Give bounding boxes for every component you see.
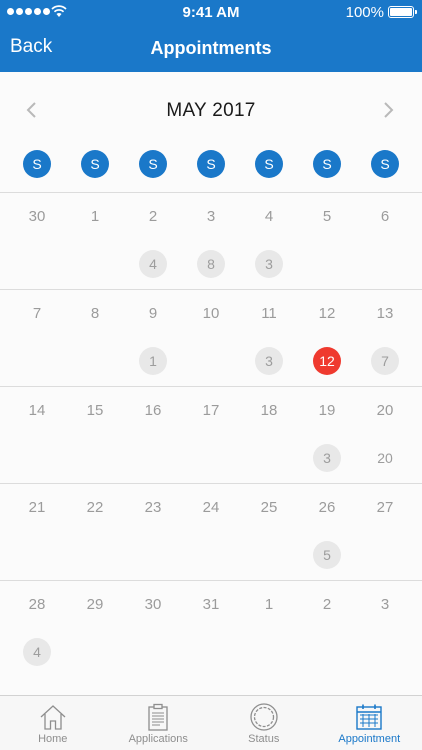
calendar-day[interactable]: 21 xyxy=(17,499,57,516)
month-label: MAY 2017 xyxy=(166,100,256,121)
weekday-label: S xyxy=(255,150,283,178)
appointment-count-badge[interactable]: 3 xyxy=(255,347,283,375)
weekday-header: SSSSSSS xyxy=(0,148,422,192)
appointment-count-badge[interactable]: 5 xyxy=(313,541,341,569)
tab-appointment-label: Appointment xyxy=(338,733,401,745)
calendar-icon xyxy=(356,704,382,730)
calendar-day[interactable]: 28 xyxy=(17,596,57,613)
calendar-day[interactable]: 29 xyxy=(75,596,115,613)
calendar-day[interactable]: 1 xyxy=(249,596,289,613)
calendar-day[interactable]: 2 xyxy=(133,208,173,225)
calendar-day[interactable]: 1 xyxy=(75,208,115,225)
tab-applications[interactable]: Applications xyxy=(106,696,212,750)
appointment-count-badge[interactable]: 7 xyxy=(371,347,399,375)
calendar-day[interactable]: 3 xyxy=(365,596,405,613)
calendar-day[interactable]: 18 xyxy=(249,402,289,419)
weekday-label: S xyxy=(23,150,51,178)
calendar-day[interactable]: 13 xyxy=(365,305,405,322)
calendar-day[interactable]: 16 xyxy=(133,402,173,419)
calendar-week: 28 4 29 30 31 1 2 3 xyxy=(0,580,422,677)
calendar-day[interactable]: 3 xyxy=(191,208,231,225)
appointment-count-badge[interactable]: 4 xyxy=(139,250,167,278)
calendar-day[interactable]: 23 xyxy=(133,499,173,516)
page-title: Appointments xyxy=(150,38,272,58)
calendar-week: 7 8 9 1 10 11 3 12 12 13 7 xyxy=(0,289,422,386)
status-ring-icon xyxy=(250,703,278,731)
home-icon xyxy=(40,705,66,730)
calendar-day[interactable]: 24 xyxy=(191,499,231,516)
month-selector: MAY 2017 xyxy=(0,72,422,148)
clipboard-icon xyxy=(148,703,168,731)
appointment-count-badge[interactable]: 3 xyxy=(255,250,283,278)
tab-appointment[interactable]: Appointment xyxy=(317,696,422,750)
calendar-day[interactable]: 30 xyxy=(133,596,173,613)
tab-home[interactable]: Home xyxy=(0,696,106,750)
calendar-day[interactable]: 12 xyxy=(307,305,347,322)
appointment-count-badge[interactable]: 8 xyxy=(197,250,225,278)
weekday-label: S xyxy=(81,150,109,178)
appointment-count-badge[interactable]: 20 xyxy=(371,444,399,472)
calendar-week: 21 22 23 24 25 26 5 27 xyxy=(0,483,422,580)
weekday-label: S xyxy=(371,150,399,178)
tab-status-label: Status xyxy=(248,733,280,745)
tab-bar: Home Applications Status Appointment xyxy=(0,695,422,750)
tab-home-label: Home xyxy=(38,733,68,745)
calendar-day[interactable]: 30 xyxy=(17,208,57,225)
status-bar: 9:41 AM 100% xyxy=(0,0,422,24)
weekday-label: S xyxy=(139,150,167,178)
calendar-day[interactable]: 8 xyxy=(75,305,115,322)
appointment-count-badge[interactable]: 4 xyxy=(23,638,51,666)
header-bar: 9:41 AM 100% Back Appointments xyxy=(0,0,422,72)
calendar-day[interactable]: 4 xyxy=(249,208,289,225)
calendar-day[interactable]: 9 xyxy=(133,305,173,322)
calendar-day[interactable]: 19 xyxy=(307,402,347,419)
calendar-day[interactable]: 11 xyxy=(249,305,289,322)
chevron-right-icon[interactable] xyxy=(376,98,400,122)
tab-status[interactable]: Status xyxy=(211,696,317,750)
calendar-day[interactable]: 2 xyxy=(307,596,347,613)
calendar-day[interactable]: 31 xyxy=(191,596,231,613)
battery-icon xyxy=(388,6,417,18)
appointment-count-badge[interactable]: 1 xyxy=(139,347,167,375)
calendar-day[interactable]: 15 xyxy=(75,402,115,419)
back-button[interactable]: Back xyxy=(10,36,52,58)
calendar-day[interactable]: 7 xyxy=(17,305,57,322)
tab-applications-label: Applications xyxy=(128,733,188,745)
calendar-day[interactable]: 17 xyxy=(191,402,231,419)
calendar-day[interactable]: 22 xyxy=(75,499,115,516)
weekday-label: S xyxy=(313,150,341,178)
weekday-label: S xyxy=(197,150,225,178)
calendar-day[interactable]: 26 xyxy=(307,499,347,516)
calendar-day[interactable]: 5 xyxy=(307,208,347,225)
battery-percentage: 100% xyxy=(345,4,384,21)
calendar-day[interactable]: 14 xyxy=(17,402,57,419)
calendar-week: 30 1 2 4 3 8 4 3 5 6 xyxy=(0,192,422,289)
calendar-day[interactable]: 10 xyxy=(191,305,231,322)
calendar-day[interactable]: 20 xyxy=(365,402,405,419)
calendar-day[interactable]: 6 xyxy=(365,208,405,225)
calendar-week: 14 15 16 17 18 19 3 20 20 xyxy=(0,386,422,483)
appointment-count-badge[interactable]: 12 xyxy=(313,347,341,375)
calendar-day[interactable]: 27 xyxy=(365,499,405,516)
appointment-count-badge[interactable]: 3 xyxy=(313,444,341,472)
calendar-day[interactable]: 25 xyxy=(249,499,289,516)
